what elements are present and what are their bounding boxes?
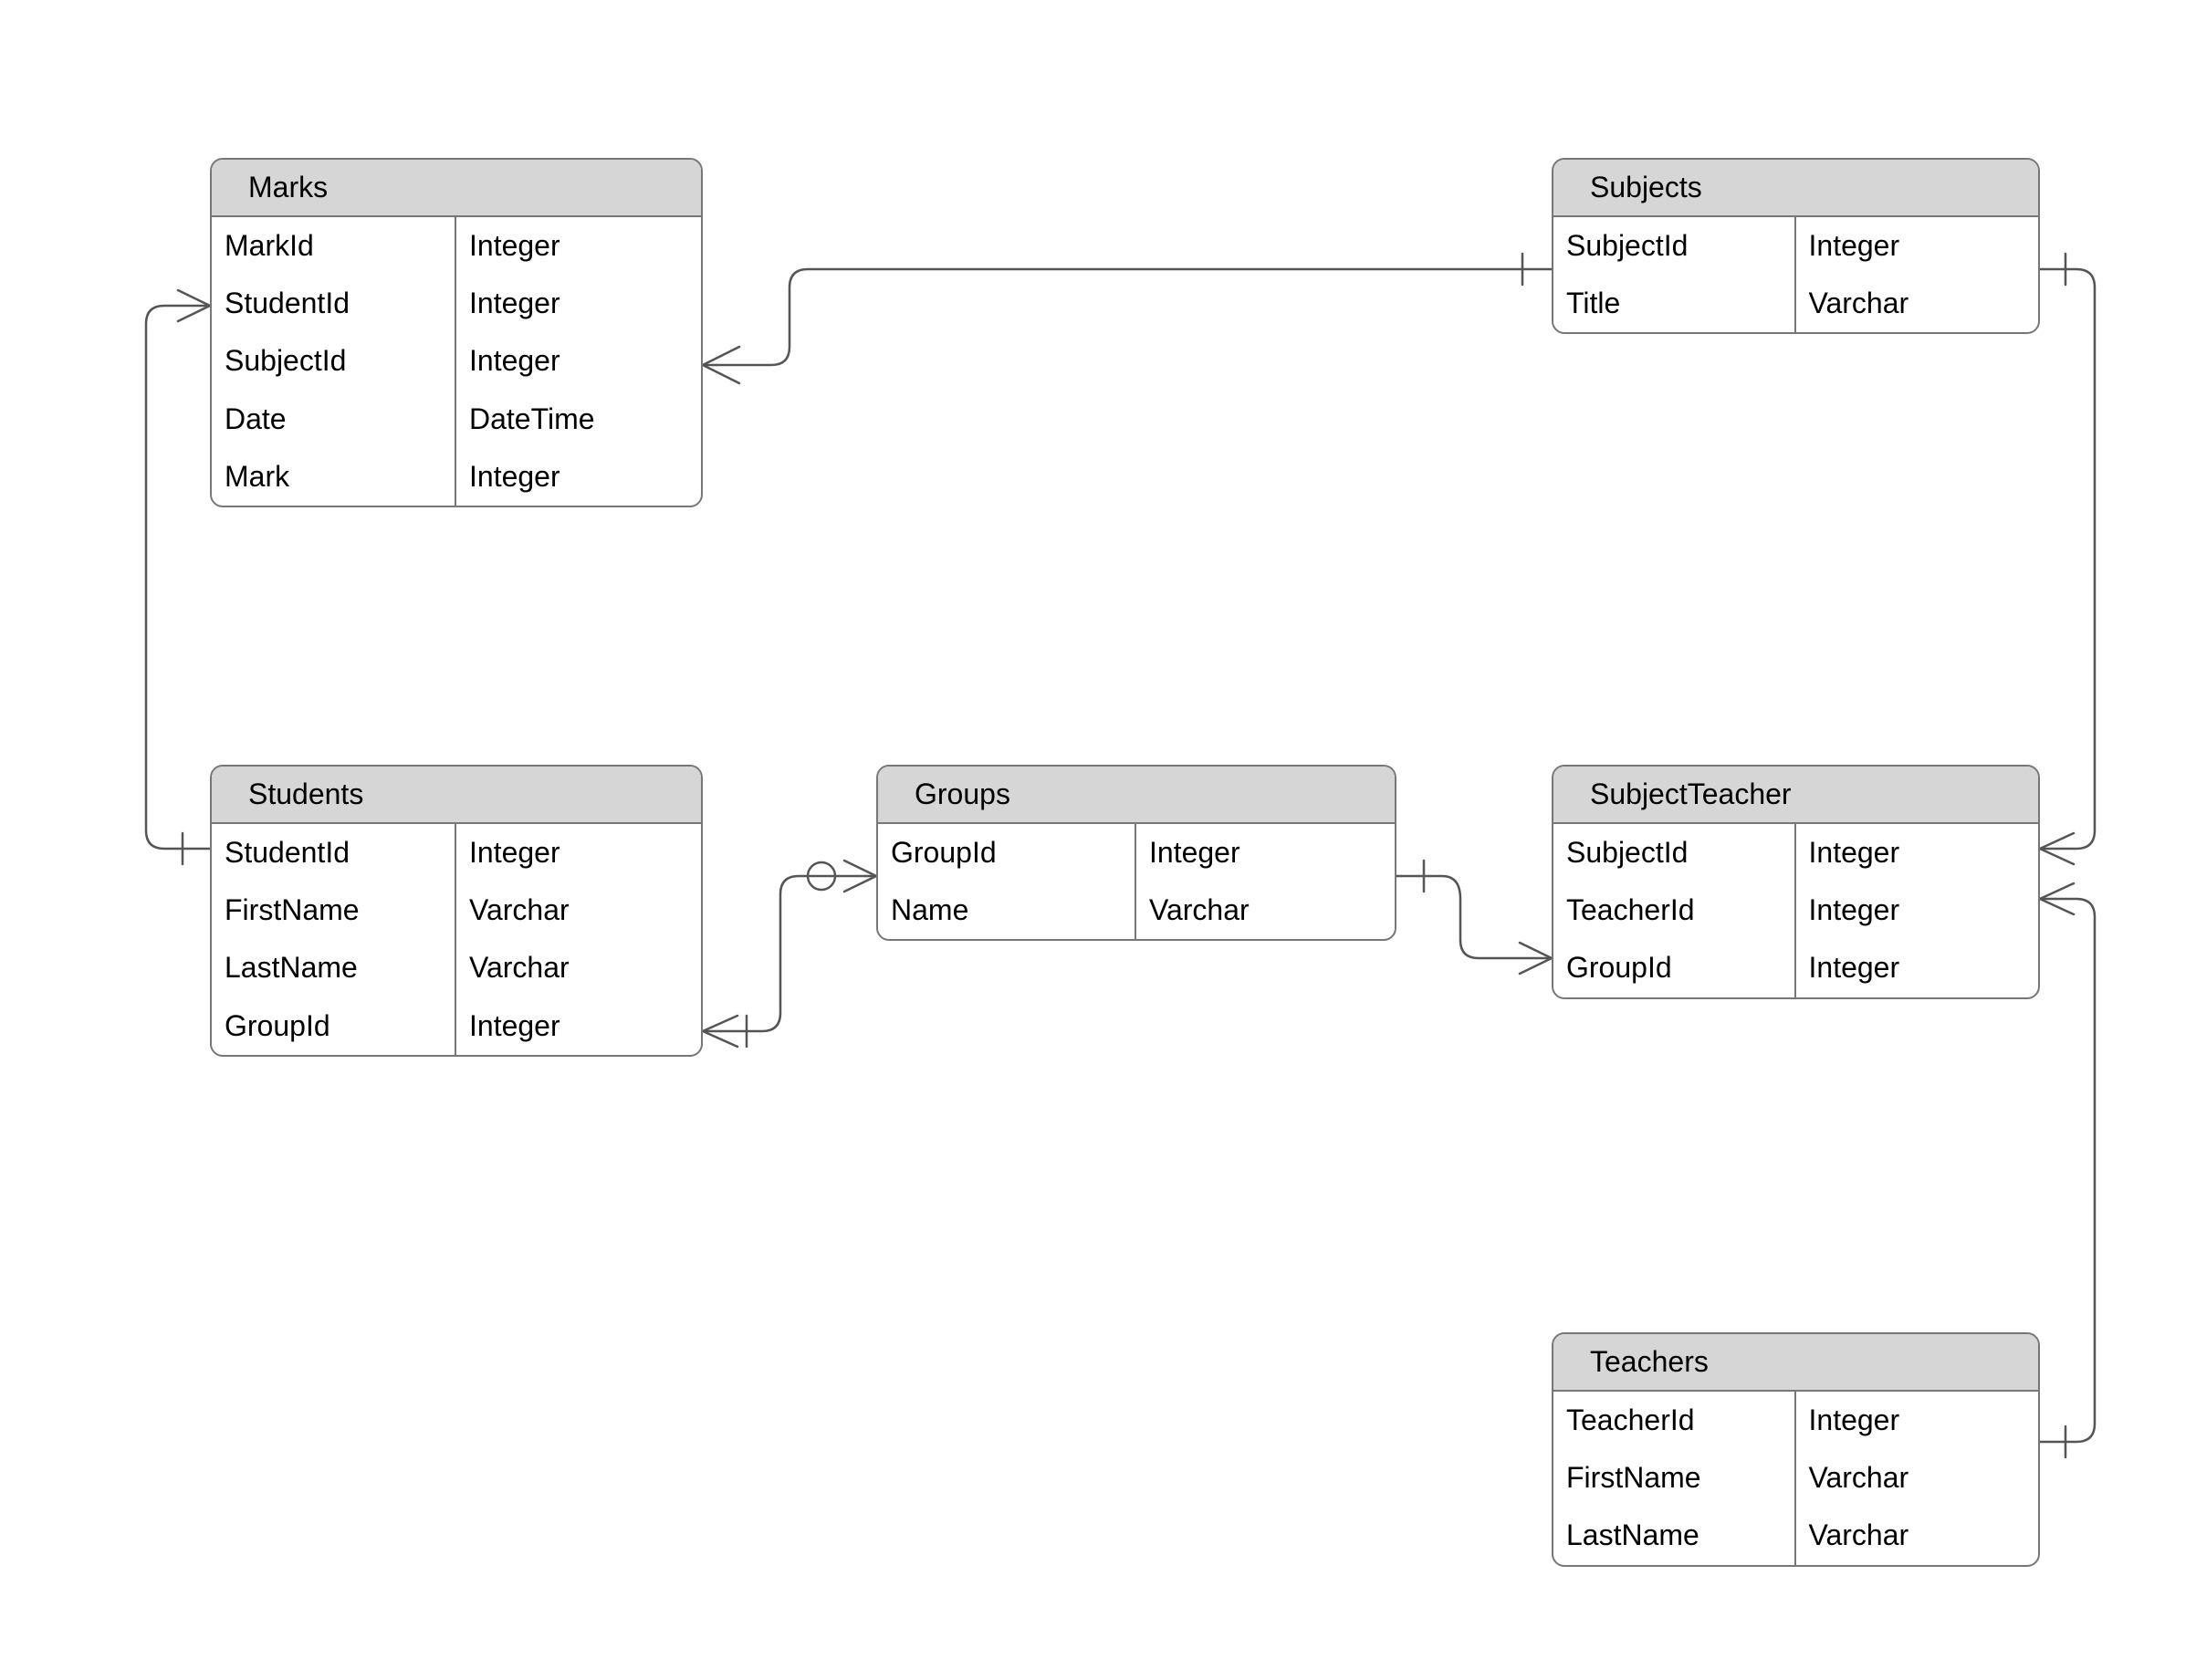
entity-groups[interactable]: Groups GroupId Name Integer Varchar xyxy=(876,765,1396,941)
entity-teachers[interactable]: Teachers TeacherId FirstName LastName In… xyxy=(1552,1332,2040,1567)
field-name: Title xyxy=(1553,275,1794,332)
field-name: StudentId xyxy=(212,275,455,332)
field-name: GroupId xyxy=(878,824,1135,882)
entity-body: StudentId FirstName LastName GroupId Int… xyxy=(212,824,701,1055)
field-type: Integer xyxy=(456,332,701,390)
field-type: Varchar xyxy=(1136,882,1395,939)
field-name: StudentId xyxy=(212,824,455,882)
field-name: SubjectId xyxy=(212,332,455,390)
field-name: SubjectId xyxy=(1553,824,1794,882)
field-name: TeacherId xyxy=(1553,1392,1794,1449)
field-type: Varchar xyxy=(456,939,701,997)
field-name: Name xyxy=(878,882,1135,939)
field-type: Varchar xyxy=(1796,275,2039,332)
entity-title: Students xyxy=(212,767,701,824)
field-type: Integer xyxy=(456,275,701,332)
field-name: GroupId xyxy=(212,997,455,1055)
field-type: Integer xyxy=(456,448,701,506)
entity-body: GroupId Name Integer Varchar xyxy=(878,824,1395,939)
entity-body: SubjectId TeacherId GroupId Integer Inte… xyxy=(1553,824,2038,997)
entity-body: TeacherId FirstName LastName Integer Var… xyxy=(1553,1392,2038,1565)
field-name: MarkId xyxy=(212,217,455,275)
field-type: Integer xyxy=(456,824,701,882)
field-type: Varchar xyxy=(1796,1449,2039,1507)
field-type: Integer xyxy=(1796,882,2039,939)
field-name: GroupId xyxy=(1553,939,1794,997)
field-name: TeacherId xyxy=(1553,882,1794,939)
entity-students[interactable]: Students StudentId FirstName LastName Gr… xyxy=(210,765,703,1057)
entity-title: Teachers xyxy=(1553,1334,2038,1392)
entity-subjectteacher[interactable]: SubjectTeacher SubjectId TeacherId Group… xyxy=(1552,765,2040,999)
field-name: LastName xyxy=(212,939,455,997)
field-type: Integer xyxy=(1796,217,2039,275)
field-type: Integer xyxy=(1796,939,2039,997)
field-type: Integer xyxy=(1796,824,2039,882)
field-type: Integer xyxy=(456,217,701,275)
field-name: Mark xyxy=(212,448,455,506)
field-type: DateTime xyxy=(456,391,701,448)
field-type: Varchar xyxy=(1796,1507,2039,1564)
field-type: Integer xyxy=(1136,824,1395,882)
entity-body: MarkId StudentId SubjectId Date Mark Int… xyxy=(212,217,701,506)
entity-title: SubjectTeacher xyxy=(1553,767,2038,824)
entity-body: SubjectId Title Integer Varchar xyxy=(1553,217,2038,332)
field-name: Date xyxy=(212,391,455,448)
field-name: FirstName xyxy=(1553,1449,1794,1507)
entity-title: Groups xyxy=(878,767,1395,824)
field-name: LastName xyxy=(1553,1507,1794,1564)
entity-subjects[interactable]: Subjects SubjectId Title Integer Varchar xyxy=(1552,158,2040,334)
entity-title: Subjects xyxy=(1553,160,2038,217)
field-name: FirstName xyxy=(212,882,455,939)
field-name: SubjectId xyxy=(1553,217,1794,275)
field-type: Integer xyxy=(456,997,701,1055)
entity-title: Marks xyxy=(212,160,701,217)
er-diagram-canvas: Marks MarkId StudentId SubjectId Date Ma… xyxy=(0,0,2196,1680)
entity-marks[interactable]: Marks MarkId StudentId SubjectId Date Ma… xyxy=(210,158,703,507)
field-type: Integer xyxy=(1796,1392,2039,1449)
field-type: Varchar xyxy=(456,882,701,939)
